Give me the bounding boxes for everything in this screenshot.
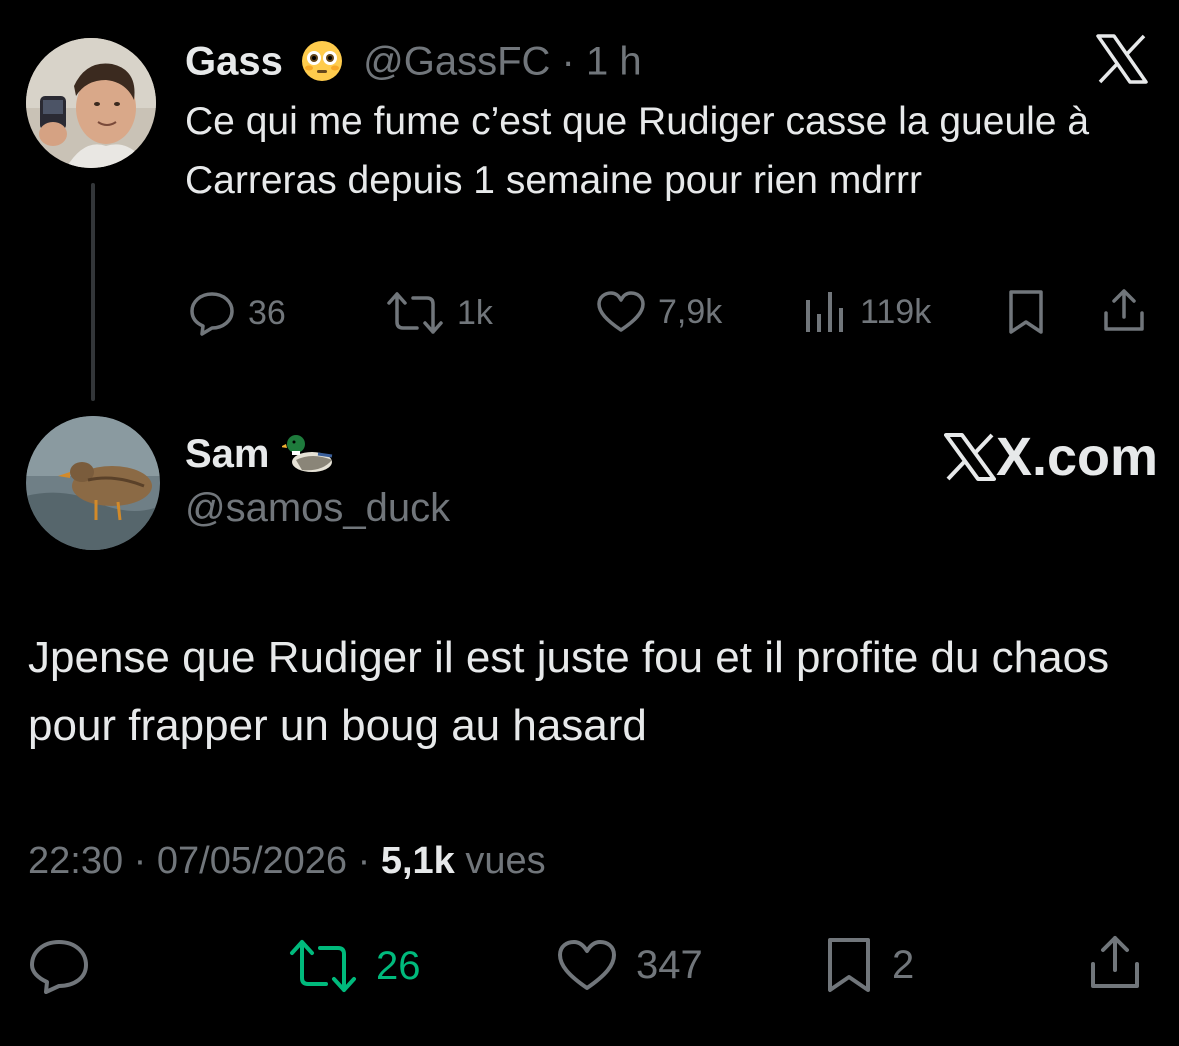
like-count: 7,9k (658, 292, 723, 331)
author-handle[interactable]: @GassFC (363, 39, 550, 83)
share-icon (1091, 936, 1139, 988)
like-button[interactable]: 347 (556, 938, 703, 992)
post-time[interactable]: 1 h (586, 39, 642, 83)
reply-views-label: vues (465, 840, 546, 882)
reply-date: 07/05/2026 (156, 840, 348, 882)
share-icon (1104, 289, 1144, 331)
reply-handle[interactable]: @samos_duck (185, 485, 450, 531)
reply-time: 22:30 (28, 840, 124, 882)
repost-count: 1k (457, 293, 493, 332)
meta-sep-2: · (357, 840, 371, 882)
share-button-2[interactable] (1086, 934, 1162, 992)
reply-like-count: 347 (636, 942, 703, 987)
reply-icon (30, 940, 88, 994)
separator: · (561, 39, 575, 84)
reply-bookmark-count: 2 (892, 942, 915, 987)
bookmark-button[interactable] (1006, 288, 1046, 341)
reply-view-count: 5,1k (380, 840, 455, 882)
repost-icon (387, 292, 443, 334)
reply-author: Sam (185, 430, 336, 478)
duck-emoji-icon (281, 435, 332, 472)
reply-stat[interactable]: 36 (188, 290, 286, 336)
bookmark-button-2[interactable]: 2 (824, 936, 914, 994)
sam-avatar[interactable] (26, 416, 160, 550)
repost-button[interactable]: 26 (288, 938, 421, 994)
like-icon (558, 940, 616, 990)
views-icon (806, 292, 843, 332)
author-name[interactable]: Gass (185, 39, 283, 83)
reply-repost-count: 26 (376, 943, 421, 988)
reply-count: 36 (248, 293, 286, 332)
thread-line (91, 183, 95, 401)
view-count: 119k (860, 292, 932, 331)
gass-avatar[interactable] (26, 38, 156, 168)
share-button[interactable] (1100, 287, 1148, 340)
tweet-text: Ce qui me fume c’est que Rudiger casse l… (185, 100, 1090, 202)
reply-meta: 22:30 · 07/05/2026 · 5,1k vues (28, 838, 546, 884)
bookmark-icon (828, 938, 870, 992)
reply-text: Jpense que Rudiger il est juste fou et i… (28, 633, 1110, 750)
site-text: X.com (996, 427, 1159, 487)
like-icon (597, 291, 645, 332)
x-logo-icon (944, 433, 996, 481)
repost-stat[interactable]: 1k (385, 290, 493, 336)
tweet-header: Gass @GassFC · 1 h (185, 36, 642, 84)
x-logo-icon (1096, 34, 1148, 89)
reply-icon (190, 292, 234, 336)
meta-sep: · (133, 840, 147, 882)
views-stat[interactable]: 119k (802, 290, 931, 334)
repost-icon (290, 940, 356, 992)
xcom-watermark: X.com (944, 426, 1158, 488)
bookmark-icon (1009, 290, 1043, 334)
reply-button[interactable] (28, 938, 108, 994)
like-stat[interactable]: 7,9k (596, 290, 722, 334)
reply-author-name[interactable]: Sam (185, 431, 270, 477)
flushed-face-emoji-icon (301, 41, 342, 82)
